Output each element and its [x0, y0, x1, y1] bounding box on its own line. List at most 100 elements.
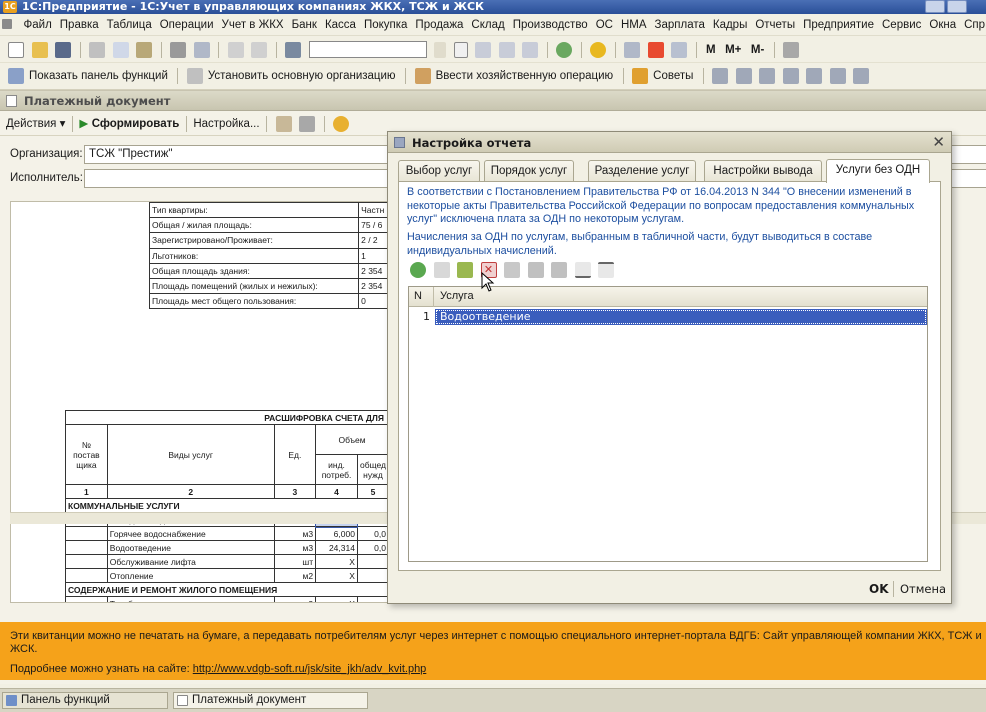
journal-icon[interactable] [735, 68, 752, 84]
maximize-button[interactable] [947, 0, 967, 13]
chess-icon[interactable] [853, 68, 870, 84]
report-icon[interactable] [712, 68, 729, 84]
menu-item[interactable]: Отчеты [751, 14, 799, 35]
close-icon[interactable]: ✕ [932, 134, 945, 150]
clear-search-icon[interactable] [453, 41, 468, 58]
tab-output-settings[interactable]: Настройки вывода [704, 160, 822, 182]
edit-pencil-icon[interactable] [457, 262, 473, 278]
open-folder-icon[interactable] [31, 41, 48, 58]
memory-button[interactable]: M [703, 44, 719, 56]
menu-item[interactable]: Таблица [103, 14, 156, 35]
enter-operation-button[interactable]: Ввести хозяйственную операцию [433, 70, 617, 82]
move-up-icon[interactable] [527, 262, 544, 278]
menu-item[interactable]: Зарплата [651, 14, 709, 35]
banner-link[interactable]: http://www.vdgb-soft.ru/jsk/site_jkh/adv… [193, 663, 427, 675]
app-menu-icon[interactable] [2, 19, 12, 29]
individual-volume-cell[interactable]: X [315, 554, 358, 569]
memory-add-button[interactable]: M+ [722, 44, 744, 56]
memory-subtract-button[interactable]: M- [748, 44, 767, 56]
paste-icon[interactable] [136, 41, 152, 58]
menu-item[interactable]: Касса [321, 14, 360, 35]
section-row: КОММУНАЛЬНЫЕ УСЛУГИ [65, 498, 389, 513]
find-prev-icon[interactable] [498, 41, 515, 58]
copy-icon[interactable] [112, 41, 129, 58]
charges-table: РАСШИФРОВКА СЧЕТА ДЛЯ № постав щика Виды… [65, 410, 389, 602]
menu-item[interactable]: Окна [925, 14, 960, 35]
tools-icon[interactable] [783, 41, 800, 58]
save-copy-icon[interactable] [299, 116, 316, 132]
minimize-button[interactable] [925, 0, 945, 13]
services-grid[interactable]: N Услуга 1 Водоотведение [408, 286, 928, 562]
print-settings-icon[interactable] [275, 116, 292, 132]
individual-volume-cell[interactable]: X [315, 568, 358, 583]
card-icon[interactable] [829, 68, 846, 84]
help-icon[interactable] [333, 116, 350, 132]
menu-item[interactable]: Правка [56, 14, 103, 35]
tab-service-split[interactable]: Разделение услуг [588, 160, 696, 182]
menu-item[interactable]: Операции [156, 14, 218, 35]
move-down-icon[interactable] [551, 262, 567, 278]
find-next-icon[interactable] [475, 41, 491, 58]
column-number: 1 [65, 484, 108, 499]
find-in-list-icon[interactable] [522, 41, 538, 58]
row-service[interactable]: Водоотведение [435, 309, 927, 325]
menu-item[interactable]: НМА [617, 14, 651, 35]
menu-item[interactable]: Файл [20, 14, 56, 35]
refresh-icon[interactable] [556, 41, 572, 58]
print-icon[interactable] [170, 41, 186, 58]
report-spreadsheet[interactable]: Тип квартиры: Частн Общая / жилая площадь:… [10, 201, 390, 603]
sort-descending-icon[interactable] [598, 262, 614, 278]
redo-icon[interactable] [251, 41, 267, 58]
sort-ascending-icon[interactable] [574, 262, 591, 278]
balance-icon[interactable] [759, 68, 776, 84]
actions-menu[interactable]: Действия ▾ [0, 112, 65, 136]
menu-item[interactable]: Спр [960, 14, 986, 35]
end-edit-icon[interactable] [504, 262, 520, 278]
individual-volume-cell[interactable]: 24,314 [315, 540, 358, 555]
menu-item[interactable]: Предприятие [799, 14, 878, 35]
menu-item[interactable]: Склад [467, 14, 508, 35]
menu-item[interactable]: Кадры [709, 14, 751, 35]
info-icon[interactable] [590, 41, 606, 58]
menu-item[interactable]: Учет в ЖКХ [218, 14, 288, 35]
tab-services-without-odn[interactable]: Услуги без ОДН [826, 159, 930, 183]
table-icon[interactable] [671, 41, 687, 58]
individual-volume-cell[interactable]: X [315, 596, 358, 602]
save-icon[interactable] [55, 41, 71, 58]
toolbar-separator [622, 68, 624, 84]
ok-button[interactable]: OK [869, 582, 889, 596]
menu-item[interactable]: ОС [592, 14, 617, 35]
individual-volume-cell[interactable]: 6,000 [315, 526, 358, 541]
task-function-panel[interactable]: Панель функций [2, 692, 168, 709]
menu-item[interactable]: Продажа [411, 14, 467, 35]
calculator-icon[interactable] [624, 41, 640, 58]
menu-item[interactable]: Банк [288, 14, 321, 35]
section-row: СОДЕРЖАНИЕ И РЕМОНТ ЖИЛОГО ПОМЕЩЕНИЯ [65, 582, 389, 597]
binoculars-icon[interactable] [285, 41, 301, 58]
generate-button[interactable]: Сформировать [92, 112, 180, 136]
cut-icon[interactable] [89, 41, 105, 58]
analysis-icon[interactable] [782, 68, 799, 84]
task-payment-document[interactable]: Платежный документ [173, 692, 368, 709]
turnover-icon[interactable] [806, 68, 823, 84]
show-function-panel-button[interactable]: Показать панель функций [26, 70, 171, 82]
menu-item[interactable]: Сервис [878, 14, 925, 35]
add-icon[interactable] [410, 262, 426, 278]
tips-button[interactable]: Советы [650, 70, 696, 82]
undo-icon[interactable] [227, 41, 244, 58]
search-input[interactable] [308, 41, 427, 58]
cancel-button[interactable]: Отмена [900, 582, 946, 596]
settings-button[interactable]: Настройка... [193, 112, 259, 136]
dialog-title: Настройка отчета [412, 136, 532, 150]
table-row[interactable]: 1 Водоотведение [409, 309, 927, 325]
new-document-icon[interactable] [8, 41, 24, 58]
calendar-icon[interactable] [647, 41, 664, 58]
set-main-organization-button[interactable]: Установить основную организацию [205, 70, 399, 82]
copy-row-icon[interactable] [433, 262, 450, 278]
print-preview-icon[interactable] [193, 41, 210, 58]
menu-item[interactable]: Производство [509, 14, 592, 35]
search-dropdown-icon[interactable] [434, 41, 446, 58]
tab-service-order[interactable]: Порядок услуг [484, 160, 574, 182]
menu-item[interactable]: Покупка [360, 14, 411, 35]
tab-select-services[interactable]: Выбор услуг [398, 160, 480, 182]
